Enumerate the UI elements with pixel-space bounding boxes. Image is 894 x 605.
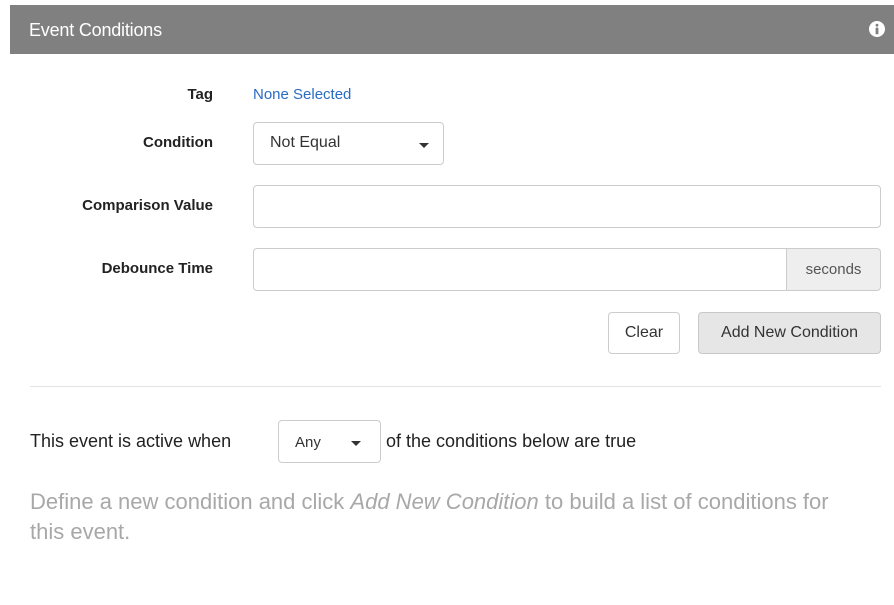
caret-down-icon <box>351 441 361 446</box>
tag-select-link[interactable]: None Selected <box>253 86 351 103</box>
hint-emphasis: Add New Condition <box>350 489 539 514</box>
panel-header: Event Conditions <box>10 5 894 54</box>
condition-select[interactable]: Not Equal <box>253 122 444 165</box>
active-when-prefix: This event is active when <box>30 431 232 451</box>
comparison-value-input[interactable] <box>253 185 881 228</box>
debounce-time-input[interactable] <box>253 248 787 291</box>
info-circle-icon[interactable] <box>869 21 885 37</box>
caret-down-icon <box>419 143 429 148</box>
add-new-condition-button[interactable]: Add New Condition <box>698 312 881 354</box>
divider <box>30 386 881 387</box>
tag-label: Tag <box>187 86 213 103</box>
active-when-suffix: of the conditions below are true <box>386 431 637 451</box>
empty-conditions-hint: Define a new condition and click Add New… <box>30 487 830 547</box>
hint-text-part1: Define a new condition and click <box>30 489 345 514</box>
match-mode-selected-value: Any <box>295 434 321 451</box>
seconds-addon: seconds <box>787 248 881 291</box>
debounce-time-label: Debounce Time <box>101 260 213 277</box>
condition-label: Condition <box>143 134 213 151</box>
comparison-value-label: Comparison Value <box>82 197 213 214</box>
panel-title: Event Conditions <box>29 20 162 40</box>
match-mode-select[interactable]: Any <box>278 420 381 463</box>
clear-button[interactable]: Clear <box>608 312 680 354</box>
condition-selected-value: Not Equal <box>270 134 341 151</box>
event-conditions-panel: Event Conditions Tag None Selected Condi… <box>0 0 894 605</box>
